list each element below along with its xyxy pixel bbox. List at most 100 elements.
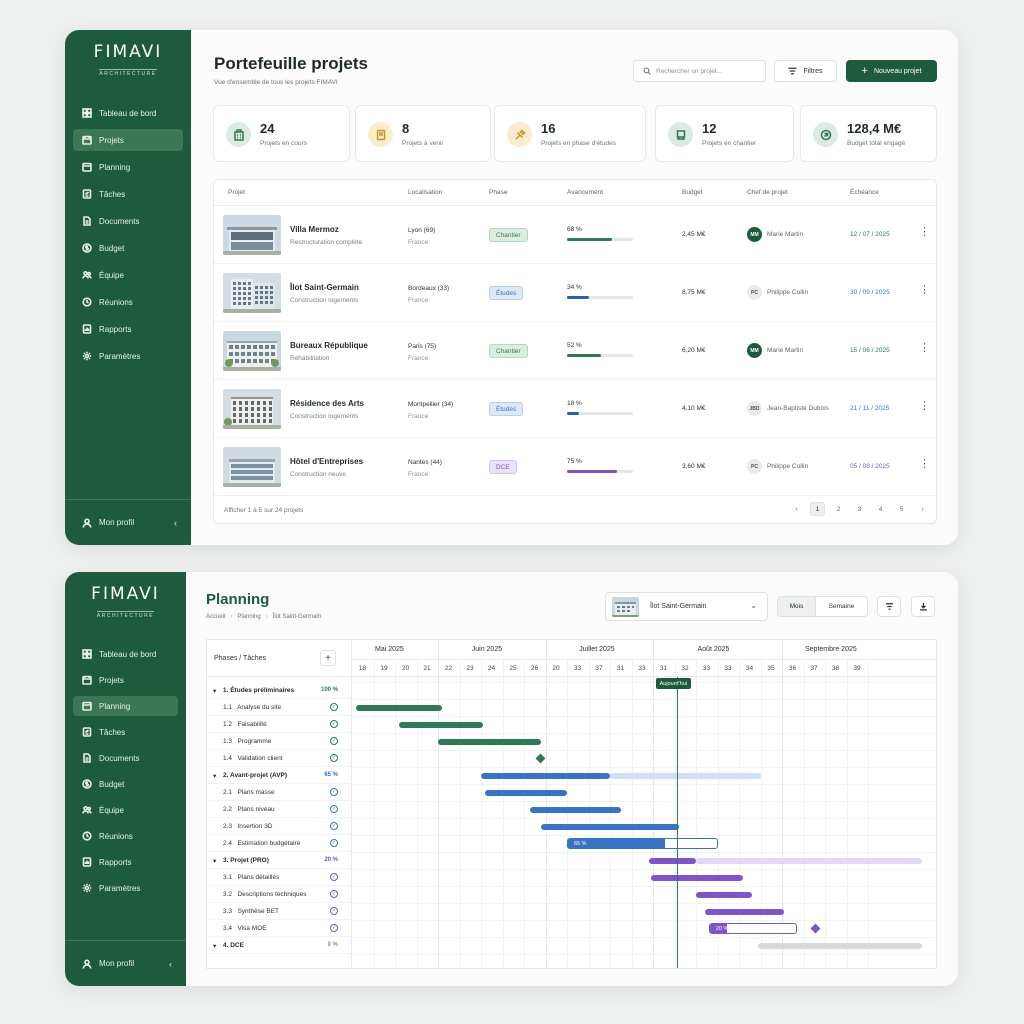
phase-row[interactable]: ▾ 4. DCE 0 %	[207, 937, 352, 954]
sidebar-item-meeting[interactable]: Réunions	[73, 826, 178, 846]
task-row[interactable]: 3.3 Synthèse BET ✓	[207, 903, 352, 920]
task-row[interactable]: 2.4 Estimation budgétaire ✓	[207, 835, 352, 852]
more-options-icon[interactable]: ⋮	[919, 459, 930, 470]
sidebar-item-meeting[interactable]: Réunions	[73, 291, 183, 313]
sidebar-item-gear[interactable]: Paramètres	[73, 345, 183, 367]
more-options-icon[interactable]: ⋮	[919, 285, 930, 296]
gantt-progress-bar[interactable]: 65 %	[567, 838, 718, 849]
gantt-bar[interactable]	[696, 892, 752, 898]
project-name[interactable]: Hôtel d'Entreprises	[290, 457, 363, 466]
task-row[interactable]: 3.4 Visa MOE ✓	[207, 920, 352, 937]
col-project[interactable]: Projet	[228, 189, 245, 196]
more-options-icon[interactable]: ⋮	[919, 227, 930, 238]
add-task-button[interactable]: +	[320, 650, 336, 666]
search-input[interactable]: Rechercher un projet...	[633, 60, 766, 82]
sidebar-item-dashboard[interactable]: Tableau de bord	[73, 644, 178, 664]
expand-icon[interactable]: ▾	[213, 857, 216, 865]
project-name[interactable]: Résidence des Arts	[290, 399, 364, 408]
task-row[interactable]: 2.1 Plans masse ✓	[207, 784, 352, 801]
table-row[interactable]: Hôtel d'Entreprises Construction neuve Nan…	[214, 438, 936, 496]
profile-link[interactable]: Mon profil ‹	[65, 940, 186, 986]
expand-icon[interactable]: ▾	[213, 942, 216, 950]
filter-button[interactable]: Filtres	[774, 60, 837, 82]
profile-link[interactable]: Mon profil ‹	[65, 499, 191, 545]
sidebar-item-folder[interactable]: Projets	[73, 129, 183, 151]
download-button[interactable]	[911, 596, 935, 617]
sidebar-item-report[interactable]: Rapports	[73, 852, 178, 872]
gantt-bar[interactable]	[438, 739, 542, 745]
sidebar-item-document[interactable]: Documents	[73, 748, 178, 768]
sidebar-item-calendar[interactable]: Planning	[73, 696, 178, 716]
sidebar-item-team[interactable]: Équipe	[73, 800, 178, 820]
page-button[interactable]: 4	[873, 502, 888, 516]
new-project-button[interactable]: + Nouveau projet	[846, 60, 937, 82]
milestone-icon[interactable]	[810, 923, 821, 934]
project-name[interactable]: Bureaux République	[290, 341, 368, 350]
gantt-bar[interactable]	[485, 790, 567, 796]
milestone-icon[interactable]	[535, 753, 546, 764]
col-manager[interactable]: Chef de projet	[747, 189, 788, 196]
sidebar-item-dashboard[interactable]: Tableau de bord	[73, 102, 183, 124]
breadcrumb-planning[interactable]: Planning	[237, 614, 260, 620]
more-options-icon[interactable]: ⋮	[919, 343, 930, 354]
table-row[interactable]: Résidence des Arts Construction logements…	[214, 380, 936, 438]
phase-row[interactable]: ▾ 1. Études préliminaires 100 %	[207, 682, 352, 699]
view-week-button[interactable]: Semaine	[816, 597, 867, 616]
filter-button[interactable]	[877, 596, 901, 617]
page-button[interactable]: 1	[810, 502, 825, 516]
collapse-sidebar-icon[interactable]: ‹	[169, 959, 172, 969]
col-deadline[interactable]: Échéance	[850, 189, 879, 196]
gantt-bar[interactable]	[704, 909, 785, 915]
sidebar-item-budget[interactable]: Budget	[73, 774, 178, 794]
task-row[interactable]: 2.2 Plans niveau ✓	[207, 801, 352, 818]
gantt-bar[interactable]	[530, 807, 621, 813]
breadcrumb-home[interactable]: Accueil	[206, 614, 225, 620]
task-row[interactable]: 1.1 Analyse du site ✓	[207, 699, 352, 716]
task-row[interactable]: 3.1 Plans détaillés ✓	[207, 869, 352, 886]
sidebar-item-tasks[interactable]: Tâches	[73, 183, 183, 205]
view-month-button[interactable]: Mois	[778, 597, 816, 616]
table-row[interactable]: Îlot Saint-Germain Construction logements…	[214, 264, 936, 322]
gantt-progress-bar[interactable]: 20 %	[708, 923, 798, 934]
task-row[interactable]: 2.3 Insertion 3D ✓	[207, 818, 352, 835]
col-progress[interactable]: Avancement	[567, 189, 603, 196]
gantt-bar[interactable]	[481, 773, 610, 779]
phase-row[interactable]: ▾ 3. Projet (PRO) 20 %	[207, 852, 352, 869]
gantt-bar[interactable]	[650, 875, 744, 881]
sidebar-item-gear[interactable]: Paramètres	[73, 878, 178, 898]
next-page-icon[interactable]: ›	[915, 502, 930, 516]
expand-icon[interactable]: ▾	[213, 687, 216, 695]
sidebar-item-tasks[interactable]: Tâches	[73, 722, 178, 742]
collapse-sidebar-icon[interactable]: ‹	[174, 518, 177, 528]
expand-icon[interactable]: ▾	[213, 772, 216, 780]
task-row[interactable]: 1.3 Programme ✓	[207, 733, 352, 750]
task-row[interactable]: 1.4 Validation client ✓	[207, 750, 352, 767]
phase-row[interactable]: ▾ 2. Avant-projet (AVP) 65 %	[207, 767, 352, 784]
col-phase[interactable]: Phase	[489, 189, 507, 196]
project-name[interactable]: Îlot Saint-Germain	[290, 283, 359, 292]
table-row[interactable]: Villa Mermoz Restructuration complète Lyon…	[214, 206, 936, 264]
page-button[interactable]: 5	[894, 502, 909, 516]
col-location[interactable]: Localisation	[408, 189, 442, 196]
sidebar-item-budget[interactable]: Budget	[73, 237, 183, 259]
gantt-bar[interactable]	[399, 722, 484, 728]
sidebar-item-report[interactable]: Rapports	[73, 318, 183, 340]
col-budget[interactable]: Budget	[682, 189, 703, 196]
gantt-bar[interactable]	[648, 858, 696, 864]
sidebar-item-calendar[interactable]: Planning	[73, 156, 183, 178]
table-row[interactable]: Bureaux République Réhabilitation Paris (7…	[214, 322, 936, 380]
sidebar-item-team[interactable]: Équipe	[73, 264, 183, 286]
sidebar-item-folder[interactable]: Projets	[73, 670, 178, 690]
page-button[interactable]: 2	[831, 502, 846, 516]
prev-page-icon[interactable]: ‹	[789, 502, 804, 516]
more-options-icon[interactable]: ⋮	[919, 401, 930, 412]
task-row[interactable]: 3.2 Descriptions techniques ✓	[207, 886, 352, 903]
page-button[interactable]: 3	[852, 502, 867, 516]
gantt-bar[interactable]	[356, 705, 443, 711]
task-row[interactable]: 1.2 Faisabilité ✓	[207, 716, 352, 733]
sidebar-item-document[interactable]: Documents	[73, 210, 183, 232]
project-deadline: 12 / 07 / 2025	[850, 231, 890, 238]
project-name[interactable]: Villa Mermoz	[290, 225, 339, 234]
project-select[interactable]: Îlot Saint-Germain ⌄	[605, 592, 768, 621]
gantt-bar[interactable]	[541, 824, 679, 830]
